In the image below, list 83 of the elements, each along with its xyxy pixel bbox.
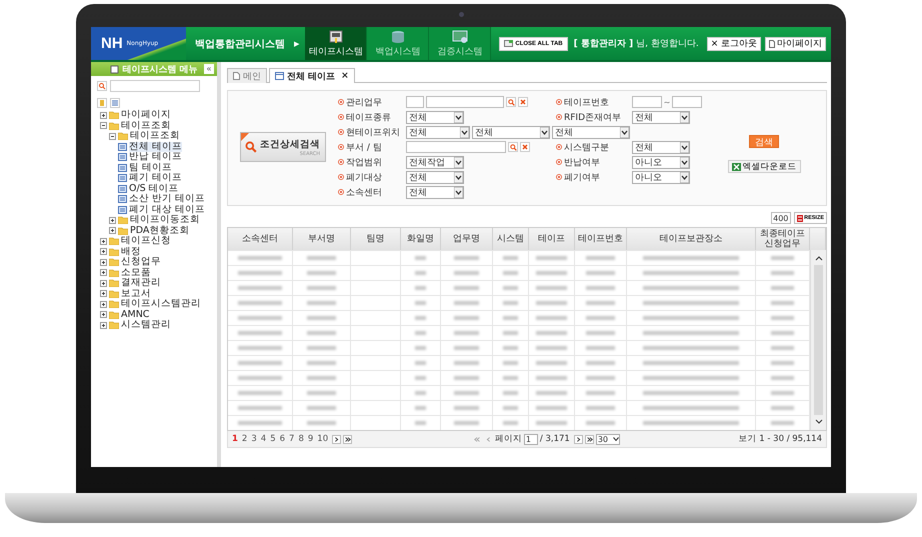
column-header: 최종테이프 신청업무	[756, 228, 810, 250]
tree-item[interactable]: 배정	[121, 246, 141, 257]
page-link[interactable]: 9	[308, 434, 314, 444]
page-field[interactable]: 1	[524, 434, 538, 444]
page-label: 페이지	[494, 433, 522, 445]
select-field[interactable]: 전체	[472, 126, 550, 138]
page-tab[interactable]: 메인	[227, 68, 267, 83]
field-label: 관리업무	[338, 95, 406, 109]
tree-item[interactable]: 테이프이동조회	[130, 215, 200, 226]
select-field[interactable]: 전체	[406, 186, 464, 198]
column-header: 팀명	[351, 228, 401, 250]
select-field[interactable]: 전체	[406, 126, 470, 138]
record-summary: 보기 1 - 30 / 95,114	[738, 433, 822, 445]
select-field[interactable]: 전체	[632, 110, 690, 124]
welcome-text: 님, 환영합니다.	[636, 38, 699, 50]
column-header: 시스템	[493, 228, 529, 250]
tree-item[interactable]: 테이프조회	[130, 131, 180, 142]
column-header: 부서명	[293, 228, 351, 250]
column-header: 소속센터	[228, 228, 293, 250]
tree-item[interactable]: 전체 테이프	[129, 142, 182, 152]
close-icon[interactable]: ×	[341, 71, 349, 81]
row-count-field[interactable]: 400	[771, 212, 792, 224]
menu-title: 테이프시스템 메뉴	[122, 64, 198, 76]
tree-item[interactable]: PDA현황조회	[130, 226, 190, 236]
tree-item[interactable]: 소산 반기 테이프	[129, 194, 206, 204]
tree-item[interactable]: 팀 테이프	[129, 162, 172, 173]
tree-item[interactable]: 테이프조회	[121, 120, 171, 131]
app-title: 백업통합관리시스템	[194, 38, 286, 50]
page-link[interactable]: 5	[270, 434, 276, 444]
page-link[interactable]: 8	[298, 434, 304, 444]
page-link[interactable]: 2	[242, 434, 248, 444]
user-name: [ 통합관리자 ]	[574, 38, 634, 50]
excel-download-button[interactable]: 엑셀다운로드	[728, 160, 800, 173]
total-pages: / 3,171	[540, 434, 570, 444]
field-label: 소속센터	[338, 185, 406, 199]
field-label: 현테이프위치	[338, 125, 406, 139]
page-link[interactable]: 7	[289, 434, 294, 444]
page-link[interactable]: 3	[251, 434, 257, 444]
range-separator: ~	[664, 98, 670, 106]
column-header: 테이프	[529, 228, 575, 250]
select-field[interactable]: 전체	[406, 110, 464, 124]
tree-item[interactable]: 테이프신청	[121, 236, 171, 246]
select-field[interactable]: 아니오	[632, 170, 690, 184]
tree-item[interactable]: O/S 테이프	[129, 184, 179, 194]
tree-item[interactable]: 반납 테이프	[129, 152, 182, 162]
logout-button[interactable]: × 로그아웃	[706, 36, 762, 50]
page-link[interactable]: 1	[232, 434, 238, 444]
page-size-select[interactable]: 30	[596, 434, 620, 444]
field-label: 폐기여부	[556, 170, 632, 184]
page-tab[interactable]: 전체 테이프 ×	[269, 68, 355, 83]
page-link[interactable]: 4	[260, 434, 266, 444]
select-field[interactable]: 전체	[406, 170, 464, 184]
column-header: 화일명	[401, 228, 441, 250]
select-field[interactable]: 전체	[552, 126, 630, 138]
tree-item[interactable]: 소모품	[121, 268, 151, 278]
column-header: 테이프보관장소	[627, 228, 756, 250]
field-label: 반납여부	[556, 155, 632, 169]
tree-item[interactable]: 보고서	[121, 288, 151, 299]
module-tab[interactable]: 테이프시스템	[305, 27, 368, 60]
tree-item[interactable]: 폐기 테이프	[129, 173, 182, 184]
tree-item[interactable]: 결재관리	[121, 278, 161, 288]
mypage-button[interactable]: 마이페이지	[765, 36, 826, 50]
field-label: 작업범위	[338, 155, 406, 169]
select-field[interactable]: 전체	[632, 140, 690, 154]
field-label: 부서 / 팀	[338, 140, 406, 154]
page-link[interactable]: 10	[317, 434, 328, 444]
select-field[interactable]: 아니오	[632, 156, 690, 168]
field-label: 시스템구분	[556, 140, 632, 154]
field-label: 폐기대상	[338, 170, 406, 184]
field-label: 테이프번호	[556, 95, 632, 109]
tree-item[interactable]: 테이프시스템관리	[121, 299, 201, 310]
column-header: 테이프번호	[575, 228, 627, 250]
select-field[interactable]: 전체작업	[406, 156, 464, 168]
tree-item[interactable]: 시스템관리	[121, 320, 171, 330]
page-link[interactable]: 6	[280, 434, 286, 444]
field-label: RFID존재여부	[556, 110, 632, 124]
field-label: 테이프종류	[338, 110, 406, 124]
tree-item[interactable]: 마이페이지	[121, 110, 171, 120]
tree-item[interactable]: 신청업무	[121, 257, 161, 268]
column-header: 업무명	[441, 228, 493, 250]
tree-item[interactable]: 폐기 대상 테이프	[129, 204, 206, 215]
collapse-button[interactable]: «	[204, 64, 214, 74]
tree-item[interactable]: AMNC	[121, 310, 150, 320]
